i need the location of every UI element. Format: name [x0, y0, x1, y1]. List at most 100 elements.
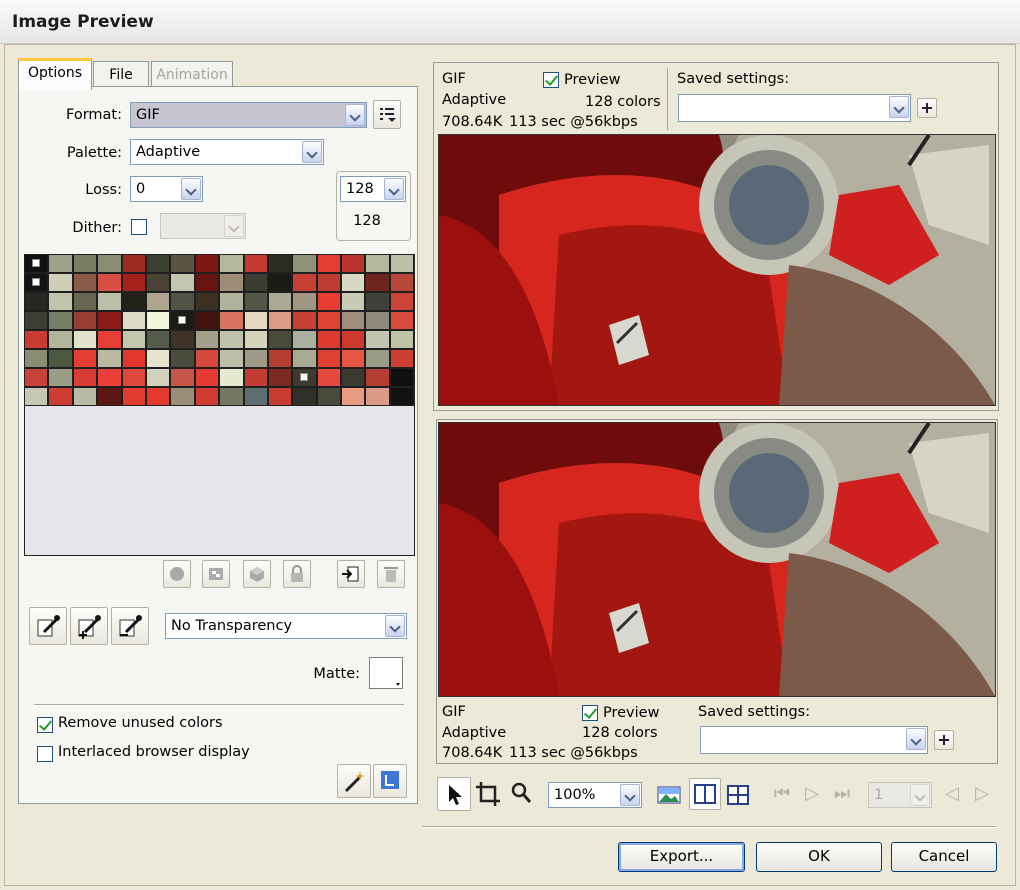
palette-swatch[interactable]	[145, 254, 171, 273]
palette-swatch[interactable]	[48, 254, 73, 273]
palette-swatch[interactable]	[292, 273, 317, 292]
palette-swatch[interactable]	[316, 368, 342, 387]
palette-swatch[interactable]	[389, 368, 415, 387]
eyedropper-icon[interactable]	[29, 607, 67, 645]
palette-swatch[interactable]	[24, 292, 49, 311]
palette-swatch[interactable]	[341, 311, 366, 330]
palette-swatch[interactable]	[121, 368, 146, 387]
export-button[interactable]: Export...	[618, 842, 745, 872]
palette-swatch[interactable]	[24, 273, 49, 292]
optimize-wizard-icon[interactable]	[337, 764, 371, 798]
palette-swatch[interactable]	[389, 292, 415, 311]
palette-swatch[interactable]	[170, 387, 195, 406]
interlaced-checkbox[interactable]	[37, 746, 53, 762]
palette-swatch[interactable]	[292, 254, 317, 273]
palette-swatch[interactable]	[365, 292, 390, 311]
palette-swatch[interactable]	[389, 349, 415, 368]
palette-swatch[interactable]	[267, 273, 293, 292]
palette-swatch[interactable]	[243, 368, 268, 387]
tab-file[interactable]: File	[93, 61, 149, 89]
palette-swatch[interactable]	[48, 311, 73, 330]
palette-swatch[interactable]	[97, 292, 122, 311]
split-four-icon[interactable]	[723, 780, 753, 810]
palette-swatch[interactable]	[341, 330, 366, 349]
color-palette-grid[interactable]	[24, 254, 415, 406]
cube-icon[interactable]	[243, 560, 271, 588]
cancel-button[interactable]: Cancel	[891, 842, 997, 872]
palette-swatch[interactable]	[194, 330, 220, 349]
palette-swatch[interactable]	[170, 311, 195, 330]
background-image-icon[interactable]	[654, 780, 684, 810]
palette-swatch[interactable]	[48, 292, 73, 311]
palette-swatch[interactable]	[292, 311, 317, 330]
palette-swatch[interactable]	[267, 368, 293, 387]
palette-swatch[interactable]	[145, 311, 171, 330]
palette-swatch[interactable]	[243, 311, 268, 330]
palette-swatch[interactable]	[243, 254, 268, 273]
palette-swatch[interactable]	[97, 387, 122, 406]
palette-swatch[interactable]	[97, 330, 122, 349]
saved-settings-select[interactable]	[678, 94, 911, 122]
palette-swatch[interactable]	[72, 254, 98, 273]
import-icon[interactable]	[337, 560, 365, 588]
palette-swatch[interactable]	[121, 292, 146, 311]
palette-swatch[interactable]	[194, 387, 220, 406]
max-colors-select[interactable]: 128	[340, 176, 406, 202]
eyedropper-remove-icon[interactable]	[111, 607, 149, 645]
palette-swatch[interactable]	[243, 330, 268, 349]
palette-swatch[interactable]	[219, 330, 244, 349]
palette-swatch[interactable]	[243, 349, 268, 368]
palette-swatch[interactable]	[48, 330, 73, 349]
palette-swatch[interactable]	[48, 368, 73, 387]
preview-checkbox[interactable]	[543, 72, 559, 88]
dither-checkbox[interactable]	[131, 219, 147, 235]
palette-swatch[interactable]	[121, 349, 146, 368]
palette-swatch[interactable]	[292, 330, 317, 349]
palette-swatch[interactable]	[170, 254, 195, 273]
palette-swatch[interactable]	[145, 273, 171, 292]
palette-swatch[interactable]	[389, 387, 415, 406]
remove-unused-checkbox[interactable]	[37, 717, 53, 733]
palette-swatch[interactable]	[170, 273, 195, 292]
add-icon[interactable]	[934, 730, 954, 750]
palette-swatch[interactable]	[72, 349, 98, 368]
preview-image-1[interactable]	[438, 134, 996, 406]
palette-swatch[interactable]	[72, 273, 98, 292]
palette-swatch[interactable]	[341, 349, 366, 368]
palette-swatch[interactable]	[219, 311, 244, 330]
palette-swatch[interactable]	[121, 311, 146, 330]
palette-swatch[interactable]	[145, 368, 171, 387]
palette-swatch[interactable]	[267, 254, 293, 273]
palette-swatch[interactable]	[316, 311, 342, 330]
palette-swatch[interactable]	[48, 273, 73, 292]
palette-swatch[interactable]	[97, 368, 122, 387]
palette-swatch[interactable]	[389, 330, 415, 349]
palette-swatch[interactable]	[194, 311, 220, 330]
palette-swatch[interactable]	[267, 292, 293, 311]
palette-swatch[interactable]	[121, 387, 146, 406]
zoom-icon[interactable]	[506, 778, 536, 810]
zoom-select[interactable]: 100%	[548, 782, 642, 808]
palette-swatch[interactable]	[48, 349, 73, 368]
palette-swatch[interactable]	[365, 311, 390, 330]
export-area-icon[interactable]	[373, 764, 407, 798]
palette-swatch[interactable]	[194, 349, 220, 368]
palette-swatch[interactable]	[194, 368, 220, 387]
add-icon[interactable]	[917, 98, 937, 118]
palette-swatch[interactable]	[365, 273, 390, 292]
palette-swatch[interactable]	[267, 311, 293, 330]
palette-swatch[interactable]	[389, 311, 415, 330]
palette-swatch[interactable]	[145, 349, 171, 368]
palette-swatch[interactable]	[316, 254, 342, 273]
palette-swatch[interactable]	[219, 387, 244, 406]
palette-swatch[interactable]	[219, 349, 244, 368]
palette-swatch[interactable]	[292, 368, 317, 387]
list-options-icon[interactable]	[373, 100, 401, 129]
palette-swatch[interactable]	[292, 387, 317, 406]
web-snap-icon[interactable]	[202, 560, 230, 588]
palette-swatch[interactable]	[194, 254, 220, 273]
tab-options[interactable]: Options	[18, 58, 92, 90]
palette-swatch[interactable]	[365, 254, 390, 273]
palette-swatch[interactable]	[316, 273, 342, 292]
palette-swatch[interactable]	[341, 292, 366, 311]
